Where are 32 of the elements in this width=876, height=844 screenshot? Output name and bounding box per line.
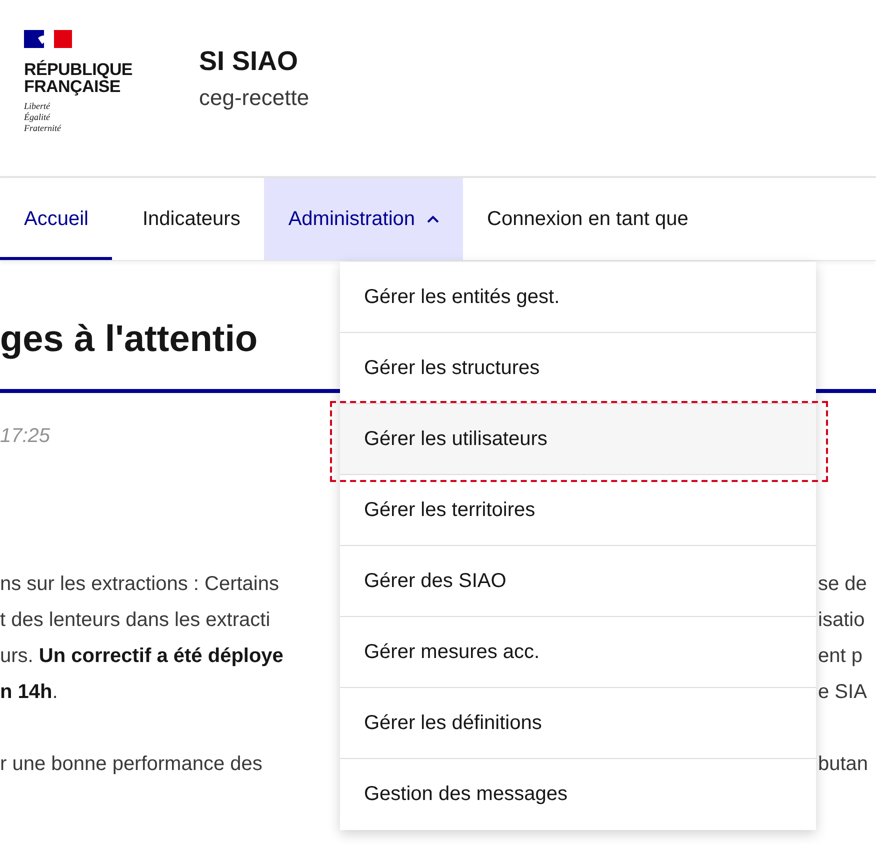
service-title: SI SIAO xyxy=(199,46,300,77)
menu-item[interactable]: Gestion des messages xyxy=(340,759,816,830)
body-text: butan xyxy=(817,752,870,777)
nav-tab[interactable]: Indicateurs xyxy=(118,178,264,260)
logo-text: RÉPUBLIQUE xyxy=(24,61,134,78)
body-text: e SIA xyxy=(817,680,868,705)
service-tagline: ceg-recette xyxy=(199,85,310,111)
body-text: n 14h. xyxy=(0,680,59,705)
body-text: ent p xyxy=(817,644,864,669)
chevron-icon xyxy=(427,215,440,223)
body-text: se de xyxy=(817,572,868,597)
nav-tab[interactable]: Connexion en tant que xyxy=(463,178,712,260)
page-heading: ges à l'attentio xyxy=(0,317,259,361)
nav-tab[interactable]: Accueil xyxy=(0,178,112,260)
body-text: isatio xyxy=(817,608,866,633)
motto-text: Fraternité xyxy=(24,123,62,134)
menu-item[interactable]: Gérer les utilisateurs xyxy=(340,404,816,475)
body-text: r une bonne performance des xyxy=(0,752,264,777)
menu-item[interactable]: Gérer des SIAO xyxy=(340,546,816,617)
menu-item[interactable]: Gérer les définitions xyxy=(340,688,816,759)
date-text: 17:25 xyxy=(0,425,52,448)
nav-tab[interactable]: Administration xyxy=(264,178,464,260)
menu-item[interactable]: Gérer les territoires xyxy=(340,475,816,546)
body-text: t des lenteurs dans les extracti xyxy=(0,608,272,633)
menu-item[interactable]: Gérer mesures acc. xyxy=(340,617,816,688)
flag-icon xyxy=(24,30,72,48)
menu-item[interactable]: Gérer les entités gest. xyxy=(340,262,816,333)
logo-text: FRANÇAISE xyxy=(24,78,120,95)
motto-text: Liberté xyxy=(24,101,52,112)
body-text: urs. Un correctif a été déploye xyxy=(0,644,284,669)
body-text: ns sur les extractions : Certains xyxy=(0,572,280,597)
motto-text: Égalité xyxy=(24,112,52,123)
